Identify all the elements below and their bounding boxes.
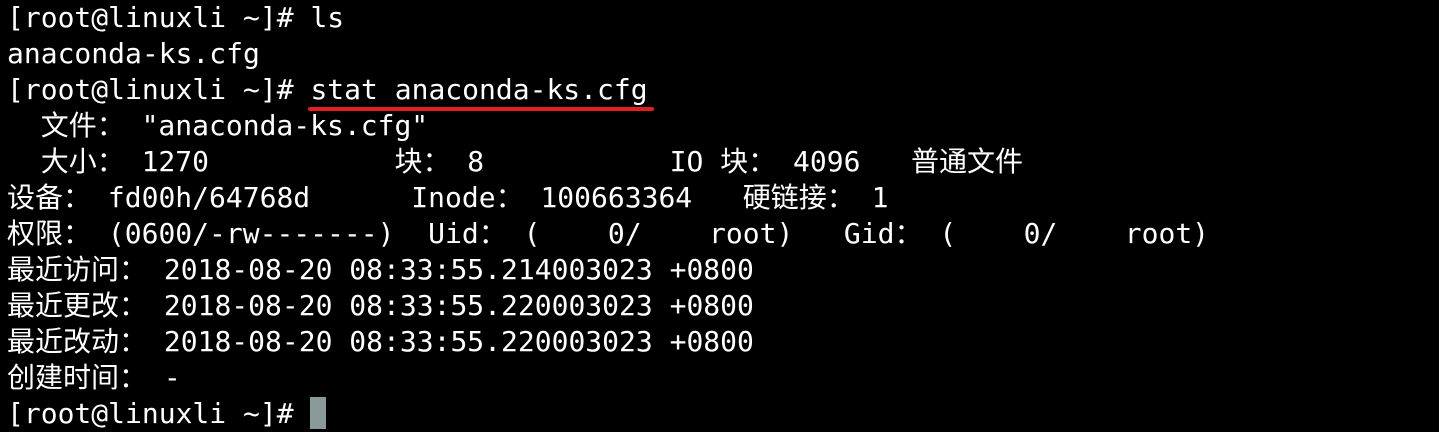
terminal-line-prompt[interactable]: [root@linuxli ~]# — [7, 396, 327, 432]
stat-label-size: 大小： — [7, 145, 125, 178]
stat-device-line: 设备： fd00h/64768d Inode： 100663364 硬链接： 1 — [7, 180, 888, 216]
stat-value: fd00h/64768d Inode： 100663364 硬链接： 1 — [91, 181, 889, 214]
stat-label-permission: 权限： — [7, 217, 92, 250]
stat-label-birth: 创建时间： — [7, 361, 148, 394]
stat-label-access: 最近访问： — [7, 253, 148, 286]
stat-value: 2018-08-20 08:33:55.220003023 +0800 — [147, 289, 754, 322]
terminal-line-ls-output: anaconda-ks.cfg — [7, 36, 260, 72]
stat-value: "anaconda-ks.cfg" — [124, 109, 429, 142]
stat-label-modify: 最近更改： — [7, 289, 148, 322]
shell-prompt: [root@linuxli ~]# — [7, 1, 311, 34]
stat-modify-line: 最近更改： 2018-08-20 08:33:55.220003023 +080… — [7, 288, 754, 324]
stat-value: 2018-08-20 08:33:55.214003023 +0800 — [147, 253, 754, 286]
stat-access-line: 最近访问： 2018-08-20 08:33:55.214003023 +080… — [7, 252, 754, 288]
command-text: ls — [310, 1, 345, 34]
command-text: stat anaconda-ks.cfg — [310, 73, 648, 106]
stat-label-change: 最近改动： — [7, 325, 148, 358]
terminal-line-ls-command: [root@linuxli ~]# ls — [7, 0, 344, 36]
output-text: anaconda-ks.cfg — [7, 37, 260, 70]
shell-prompt: [root@linuxli ~]# — [7, 397, 311, 430]
stat-value: 1270 块： 8 IO 块： 4096 普通文件 — [124, 145, 1024, 178]
stat-birth-line: 创建时间： - — [7, 360, 181, 396]
stat-label-file: 文件： — [7, 109, 125, 142]
terminal-line-stat-command: [root@linuxli ~]# stat anaconda-ks.cfg — [7, 72, 654, 111]
highlighted-command: stat anaconda-ks.cfg — [308, 72, 654, 111]
stat-file-line: 文件： "anaconda-ks.cfg" — [7, 108, 428, 144]
stat-size-line: 大小： 1270 块： 8 IO 块： 4096 普通文件 — [7, 144, 1023, 180]
stat-value: 2018-08-20 08:33:55.220003023 +0800 — [147, 325, 754, 358]
stat-value: (0600/-rw-------) Uid： ( 0/ root) Gid： (… — [91, 217, 1210, 250]
text-cursor[interactable] — [310, 397, 327, 429]
stat-permission-line: 权限： (0600/-rw-------) Uid： ( 0/ root) Gi… — [7, 216, 1209, 252]
shell-prompt: [root@linuxli ~]# — [7, 73, 311, 106]
stat-value: - — [147, 361, 181, 394]
stat-change-line: 最近改动： 2018-08-20 08:33:55.220003023 +080… — [7, 324, 754, 360]
terminal-window[interactable]: [root@linuxli ~]# ls anaconda-ks.cfg [ro… — [0, 0, 1439, 432]
stat-label-device: 设备： — [7, 181, 92, 214]
